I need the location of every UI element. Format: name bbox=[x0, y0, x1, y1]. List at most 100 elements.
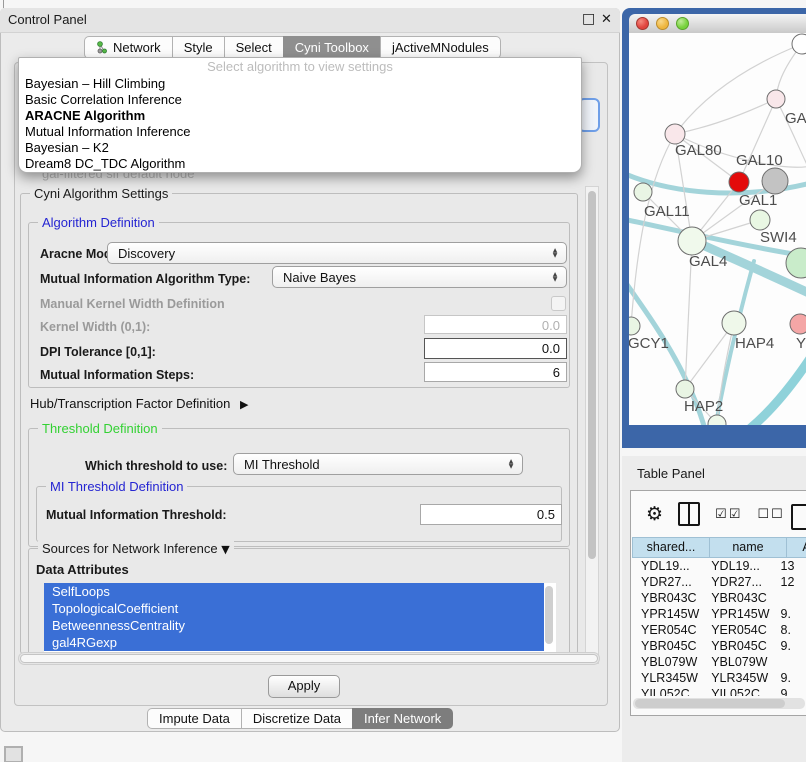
mi-steps-label: Mutual Information Steps: bbox=[40, 368, 194, 382]
dropdown-item-bayesian-k2[interactable]: Bayesian – K2 bbox=[19, 140, 581, 156]
network-node[interactable] bbox=[629, 317, 640, 335]
table-row[interactable]: YPR145WYPR145W9. bbox=[632, 606, 806, 622]
mi-threshold-input[interactable]: 0.5 bbox=[420, 504, 562, 525]
resize-grip[interactable] bbox=[4, 746, 23, 762]
table-cell: YDR27... bbox=[632, 574, 702, 590]
bottom-tab-infer-network[interactable]: Infer Network bbox=[352, 708, 453, 729]
table-row[interactable]: YLR345WYLR345W9. bbox=[632, 670, 806, 686]
attribute-item-selfloops[interactable]: SelfLoops bbox=[44, 583, 544, 600]
select-all-icon[interactable]: ☑☑ bbox=[715, 507, 742, 522]
network-node[interactable] bbox=[676, 380, 694, 398]
node-label-gal1: GAL1 bbox=[739, 192, 777, 209]
dropdown-item-basic-correlation-inference[interactable]: Basic Correlation Inference bbox=[19, 92, 581, 108]
divider bbox=[3, 0, 4, 8]
node-label-gal4: GAL4 bbox=[689, 253, 727, 270]
table-cell: 9. bbox=[772, 638, 806, 654]
spinner-arrows-icon: ▲▼ bbox=[503, 459, 522, 469]
data-attributes-list[interactable]: SelfLoopsTopologicalCoefficientBetweenne… bbox=[44, 583, 556, 652]
table-row[interactable]: YBL079WYBL079W bbox=[632, 654, 806, 670]
scrollbar-thumb[interactable] bbox=[588, 191, 596, 559]
which-threshold-select[interactable]: MI Threshold ▲▼ bbox=[233, 453, 523, 475]
network-node[interactable] bbox=[678, 227, 706, 255]
dropdown-item-dream8-dc-tdc-algorithm[interactable]: Dream8 DC_TDC Algorithm bbox=[19, 156, 581, 172]
node-label-hap4: HAP4 bbox=[735, 335, 774, 352]
bottom-tab-discretize-data[interactable]: Discretize Data bbox=[241, 708, 352, 729]
table-row[interactable]: YBR045CYBR045C9. bbox=[632, 638, 806, 654]
kernel-width-input: 0.0 bbox=[424, 315, 567, 334]
network-node[interactable] bbox=[729, 172, 749, 192]
zoom-traffic-light[interactable] bbox=[676, 17, 689, 30]
tab-style[interactable]: Style bbox=[172, 36, 224, 59]
table-row[interactable]: YIL052CYIL052C9 bbox=[632, 686, 806, 696]
network-node[interactable] bbox=[750, 210, 770, 230]
tab-cyni-toolbox[interactable]: Cyni Toolbox bbox=[283, 36, 380, 59]
bottom-tab-impute-data[interactable]: Impute Data bbox=[147, 708, 241, 729]
manual-kernel-width-label: Manual Kernel Width Definition bbox=[40, 297, 225, 311]
dropdown-item-bayesian-hill-climbing[interactable]: Bayesian – Hill Climbing bbox=[19, 76, 581, 92]
control-panel-tabbar: NetworkStyleSelectCyni ToolboxjActiveMNo… bbox=[84, 36, 501, 59]
settings-vertical-scrollbar[interactable] bbox=[585, 186, 599, 664]
close-icon[interactable]: ✕ bbox=[601, 12, 612, 27]
network-canvas[interactable]: GALGAL80GAL10GAL1GAL11SWI4GAL4GCY1HAP4YH… bbox=[629, 33, 806, 425]
table-horizontal-scrollbar[interactable] bbox=[633, 698, 805, 709]
settings-horizontal-scrollbar[interactable] bbox=[18, 652, 600, 665]
mi-steps-input[interactable]: 6 bbox=[424, 362, 567, 382]
collapse-down-icon[interactable]: ▼ bbox=[221, 543, 229, 556]
tab-jactivemnodules[interactable]: jActiveMNodules bbox=[380, 36, 501, 59]
tab-select[interactable]: Select bbox=[224, 36, 283, 59]
scrollbar-thumb[interactable] bbox=[635, 699, 785, 708]
spinner-arrows-icon: ▲▼ bbox=[547, 272, 566, 282]
table-cell: YBR045C bbox=[702, 638, 771, 654]
column-header-shared[interactable]: shared... bbox=[632, 537, 710, 558]
float-window-icon[interactable]: □ bbox=[582, 13, 595, 26]
selected-value: Discovery bbox=[108, 246, 547, 261]
close-traffic-light[interactable] bbox=[636, 17, 649, 30]
network-node[interactable] bbox=[665, 124, 685, 144]
network-node[interactable] bbox=[792, 34, 806, 54]
apply-button[interactable]: Apply bbox=[268, 675, 340, 698]
network-node[interactable] bbox=[790, 314, 806, 334]
hub-definition-toggle[interactable]: Hub/Transcription Factor Definition ▶ bbox=[30, 396, 248, 411]
table-row[interactable]: YDL19...YDL19...13 bbox=[632, 558, 806, 574]
aracne-mode-select[interactable]: Discovery ▲▼ bbox=[107, 242, 567, 264]
sources-toggle[interactable]: Sources for Network Inference ▼ bbox=[38, 541, 234, 556]
attribute-item-topologicalcoefficient[interactable]: TopologicalCoefficient bbox=[44, 600, 544, 617]
network-window-titlebar[interactable] bbox=[629, 14, 806, 34]
dropdown-item-mutual-information-inference[interactable]: Mutual Information Inference bbox=[19, 124, 581, 140]
mi-algorithm-type-select[interactable]: Naive Bayes ▲▼ bbox=[272, 266, 567, 288]
document-icon[interactable] bbox=[791, 504, 806, 530]
table-cell: YIL052C bbox=[702, 686, 771, 696]
table-cell: YER054C bbox=[702, 622, 771, 638]
gear-icon[interactable]: ⚙ bbox=[646, 503, 663, 525]
node-label-y: Y bbox=[796, 335, 806, 352]
table-row[interactable]: YDR27...YDR27...12 bbox=[632, 574, 806, 590]
dropdown-item-aracne-algorithm[interactable]: ARACNE Algorithm bbox=[19, 108, 581, 124]
collapse-right-icon[interactable]: ▶ bbox=[240, 398, 248, 411]
network-node[interactable] bbox=[634, 183, 652, 201]
columns-icon[interactable] bbox=[678, 502, 700, 526]
table-toolbar: ⚙ ☑☑ ☐☐ bbox=[631, 496, 806, 532]
tab-network[interactable]: Network bbox=[84, 36, 172, 59]
sources-title: Sources for Network Inference bbox=[42, 541, 218, 556]
network-node[interactable] bbox=[722, 311, 746, 335]
group-title: MI Threshold Definition bbox=[46, 479, 187, 494]
network-window: GALGAL80GAL10GAL1GAL11SWI4GAL4GCY1HAP4YH… bbox=[622, 8, 806, 448]
minimize-traffic-light[interactable] bbox=[656, 17, 669, 30]
scrollbar-thumb[interactable] bbox=[20, 654, 598, 663]
attribute-item-betweennesscentrality[interactable]: BetweennessCentrality bbox=[44, 617, 544, 634]
network-node[interactable] bbox=[767, 90, 785, 108]
table-row[interactable]: YBR043CYBR043C bbox=[632, 590, 806, 606]
attribute-item-gal4rgexp[interactable]: gal4RGexp bbox=[44, 634, 544, 651]
column-header-name[interactable]: name bbox=[710, 537, 787, 558]
node-table-window: ⚙ ☑☑ ☐☐ shared...nameA YDL19...YDL19...1… bbox=[630, 490, 806, 716]
network-node[interactable] bbox=[762, 168, 788, 194]
algorithm-dropdown-list: Select algorithm to view settings Bayesi… bbox=[18, 57, 582, 173]
deselect-all-icon[interactable]: ☐☐ bbox=[757, 507, 784, 522]
table-cell: YDL19... bbox=[632, 558, 702, 574]
group-title: Threshold Definition bbox=[38, 421, 162, 436]
table-row[interactable]: YER054CYER054C8. bbox=[632, 622, 806, 638]
node-label-gcy1: GCY1 bbox=[629, 335, 669, 352]
column-header-a[interactable]: A bbox=[787, 537, 806, 558]
list-scrollbar-thumb[interactable] bbox=[545, 586, 553, 644]
dpi-tolerance-input[interactable]: 0.0 bbox=[424, 338, 567, 359]
